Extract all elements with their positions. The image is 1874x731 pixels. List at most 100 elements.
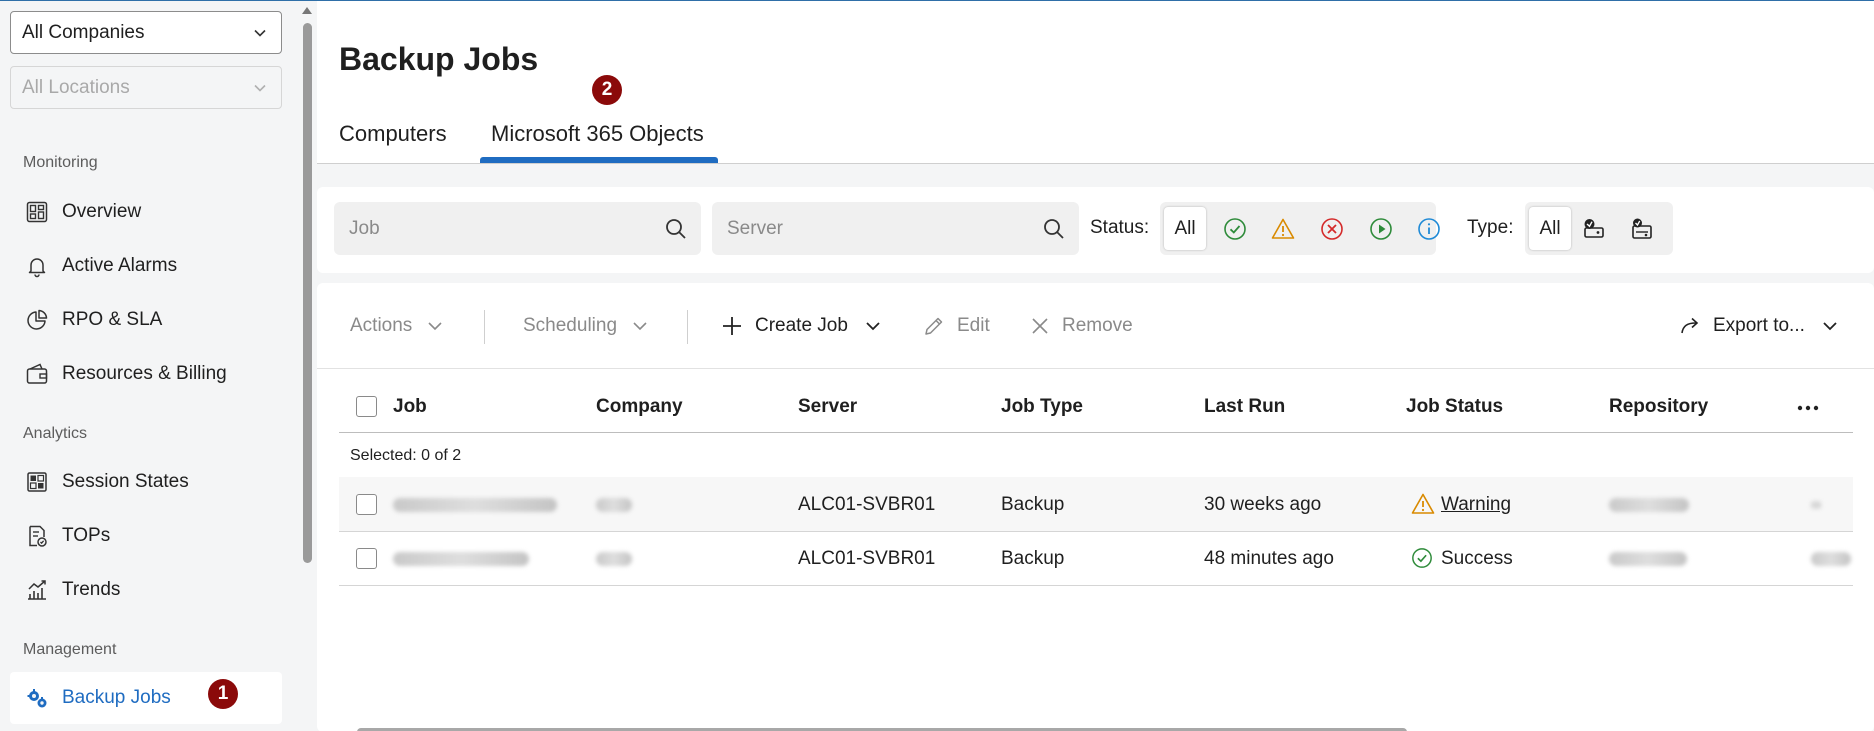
pencil-icon xyxy=(925,317,943,335)
type-filter-label: Type: xyxy=(1467,217,1514,238)
sidebar-item-backup-jobs[interactable]: Backup Jobs xyxy=(10,672,282,724)
step-badge-2: 2 xyxy=(592,75,622,105)
backup-type-icon[interactable] xyxy=(1582,217,1606,241)
toolbar-divider-line xyxy=(317,368,1874,369)
page-title: Backup Jobs xyxy=(339,41,539,77)
row-server: ALC01-SVBR01 xyxy=(798,548,936,569)
row-status: Success xyxy=(1441,548,1513,569)
chevron-down-icon xyxy=(633,322,647,331)
active-tab-indicator xyxy=(480,157,718,163)
session-grid-icon xyxy=(27,472,47,492)
redacted-company xyxy=(596,552,632,566)
status-filter-group: All xyxy=(1160,202,1440,255)
header-divider xyxy=(339,432,1853,433)
toolbar-divider xyxy=(484,310,485,344)
page-header: Backup Jobs Computers Microsoft 365 Obje… xyxy=(317,1,1874,164)
column-header-job-status[interactable]: Job Status xyxy=(1406,396,1503,418)
company-select[interactable]: All Companies xyxy=(10,11,282,54)
server-search-placeholder: Server xyxy=(727,217,783,239)
chevron-down-icon[interactable] xyxy=(864,317,882,335)
sidebar-item-label: Backup Jobs xyxy=(62,687,171,708)
scheduling-menu[interactable]: Scheduling xyxy=(523,315,649,337)
chevron-down-icon xyxy=(254,84,266,92)
sidebar-item-label: Overview xyxy=(62,201,142,222)
column-header-last-run[interactable]: Last Run xyxy=(1204,396,1285,418)
jobs-grid: Actions Scheduling Create Job Edit Remov… xyxy=(317,283,1874,731)
row-last-run: 30 weeks ago xyxy=(1204,494,1322,515)
export-button[interactable]: Export to... xyxy=(1679,315,1839,337)
sidebar-item-rpo-sla[interactable]: RPO & SLA xyxy=(10,294,282,346)
sidebar: All Companies All Locations Monitoring O… xyxy=(0,1,298,731)
scroll-up-icon[interactable] xyxy=(302,7,312,14)
export-label: Export to... xyxy=(1713,315,1805,336)
search-icon[interactable] xyxy=(1043,218,1065,240)
scrollbar-thumb[interactable] xyxy=(303,23,312,563)
running-icon[interactable] xyxy=(1369,217,1393,241)
column-header-repository[interactable]: Repository xyxy=(1609,396,1708,418)
remove-button[interactable]: Remove xyxy=(1030,315,1133,337)
redacted-repository xyxy=(1609,498,1689,512)
row-server: ALC01-SVBR01 xyxy=(798,494,936,515)
pie-chart-icon xyxy=(27,309,48,330)
create-job-button[interactable]: Create Job xyxy=(721,315,882,337)
row-last-run: 48 minutes ago xyxy=(1204,548,1334,569)
sidebar-item-label: TOPs xyxy=(62,525,111,546)
sidebar-item-session-states[interactable]: Session States xyxy=(10,456,282,508)
remove-label: Remove xyxy=(1062,315,1133,336)
success-icon[interactable] xyxy=(1223,217,1247,241)
warning-icon[interactable] xyxy=(1271,217,1295,241)
info-icon[interactable] xyxy=(1417,217,1441,241)
section-analytics: Analytics xyxy=(23,425,88,442)
copy-type-icon[interactable] xyxy=(1630,217,1654,241)
actions-menu[interactable]: Actions xyxy=(350,315,444,337)
sidebar-item-overview[interactable]: Overview xyxy=(10,186,282,238)
job-search-input[interactable]: Job xyxy=(334,202,701,255)
wallet-icon xyxy=(26,363,48,384)
bell-icon xyxy=(28,258,46,278)
edit-button[interactable]: Edit xyxy=(923,315,990,337)
redacted-repository xyxy=(1609,552,1687,566)
error-icon[interactable] xyxy=(1320,217,1344,241)
select-all-checkbox[interactable] xyxy=(356,396,377,417)
row-checkbox[interactable] xyxy=(356,494,377,515)
type-filter-group: All xyxy=(1525,202,1673,255)
column-header-server[interactable]: Server xyxy=(798,396,857,418)
chevron-down-icon[interactable] xyxy=(1821,317,1839,335)
section-monitoring: Monitoring xyxy=(23,154,98,171)
company-select-value: All Companies xyxy=(22,21,145,43)
job-search-placeholder: Job xyxy=(349,217,380,239)
sidebar-item-label: Active Alarms xyxy=(62,255,178,276)
sidebar-item-resources-billing[interactable]: Resources & Billing xyxy=(10,348,282,400)
type-filter-all[interactable]: All xyxy=(1529,207,1571,250)
main-content: Backup Jobs Computers Microsoft 365 Obje… xyxy=(317,1,1874,731)
tab-computers[interactable]: Computers xyxy=(339,121,447,147)
chevron-down-icon xyxy=(254,29,266,37)
trend-icon xyxy=(28,580,46,600)
location-select[interactable]: All Locations xyxy=(10,66,282,109)
tab-microsoft-365-objects[interactable]: Microsoft 365 Objects xyxy=(491,121,704,147)
redacted-extra xyxy=(1811,501,1821,509)
plus-icon xyxy=(723,317,741,335)
sidebar-item-tops[interactable]: TOPs xyxy=(10,510,282,562)
column-header-job-type[interactable]: Job Type xyxy=(1001,396,1083,418)
scheduling-label: Scheduling xyxy=(523,315,618,336)
redacted-job-name xyxy=(393,498,557,512)
section-management: Management xyxy=(23,641,117,658)
status-filter-all[interactable]: All xyxy=(1164,207,1206,250)
sidebar-item-label: Resources & Billing xyxy=(62,363,227,384)
dashboard-icon xyxy=(26,201,48,223)
search-icon[interactable] xyxy=(665,218,687,240)
more-options-icon[interactable] xyxy=(1797,404,1819,412)
sidebar-item-trends[interactable]: Trends xyxy=(10,564,282,616)
row-checkbox[interactable] xyxy=(356,548,377,569)
sidebar-scrollbar[interactable] xyxy=(298,1,317,731)
tops-report-icon xyxy=(29,525,47,547)
column-header-company[interactable]: Company xyxy=(596,396,683,418)
sidebar-item-active-alarms[interactable]: Active Alarms xyxy=(10,240,282,292)
edit-label: Edit xyxy=(957,315,990,336)
server-search-input[interactable]: Server xyxy=(712,202,1079,255)
column-header-job[interactable]: Job xyxy=(393,396,427,418)
redacted-extra xyxy=(1811,552,1851,566)
row-status-link[interactable]: Warning xyxy=(1441,494,1511,516)
close-icon xyxy=(1032,318,1048,334)
